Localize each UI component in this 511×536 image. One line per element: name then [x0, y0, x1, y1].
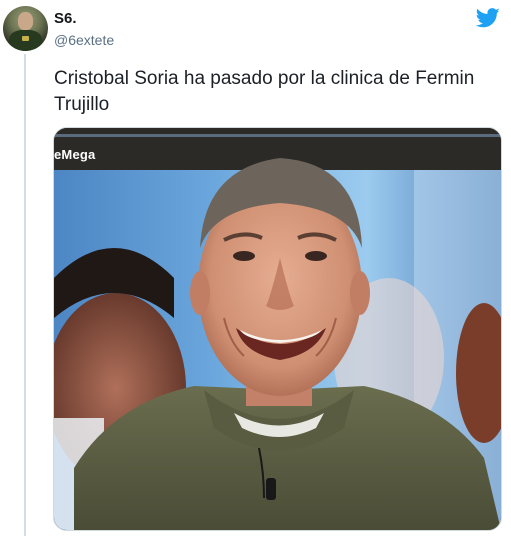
avatar-head — [18, 12, 33, 30]
tweet-text: Cristobal Soria ha pasado por la clinica… — [54, 68, 475, 115]
author-handle[interactable]: @6extete — [54, 32, 114, 48]
tweet-card[interactable]: S6. @6extete Cristobal Soria ha pasado p… — [0, 0, 511, 536]
photo-image — [54, 128, 501, 530]
avatar-badge — [22, 36, 29, 41]
author-name[interactable]: S6. — [54, 10, 77, 27]
twitter-bird-icon[interactable] — [476, 8, 500, 28]
thread-line — [24, 54, 26, 536]
tweet-media-photo[interactable]: eMega — [53, 127, 502, 531]
channel-label: eMega — [54, 147, 96, 162]
avatar[interactable] — [3, 6, 48, 51]
